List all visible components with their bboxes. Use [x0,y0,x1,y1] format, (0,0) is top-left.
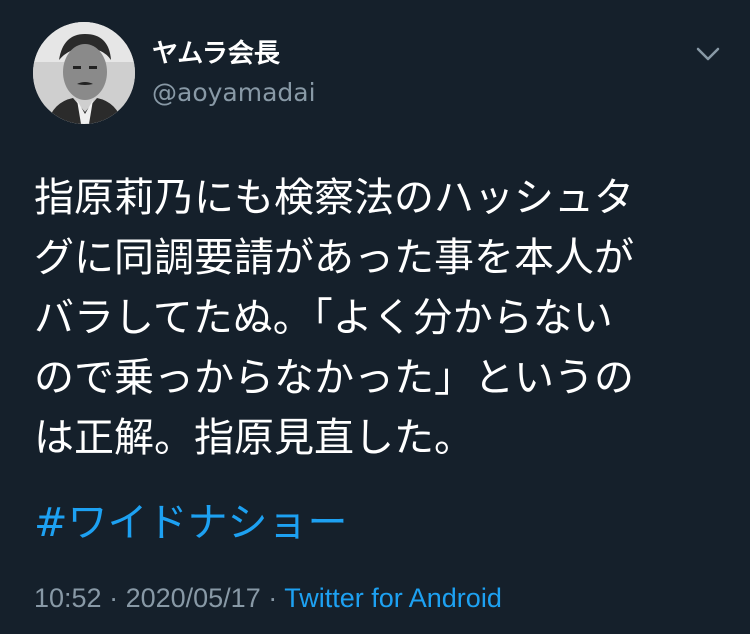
source-link[interactable]: Twitter for Android [284,583,502,613]
meta-separator: · [101,583,126,613]
chevron-down-icon[interactable] [690,40,726,70]
tweet-date: 2020/05/17 [125,583,261,613]
tweet-text: 指原莉乃にも検察法のハッシュタ グに同調要請があった事を本人が バラしてたぬ。「… [34,168,734,468]
tweet-text-line: グに同調要請があった事を本人が [34,235,634,281]
tweet-text-line: は正解。指原見直した。 [34,415,474,461]
hashtag-link[interactable]: #ワイドナショー [34,495,348,551]
tweet-time: 10:52 [34,583,102,613]
avatar-image [33,22,135,124]
tweet-text-line: 指原莉乃にも検察法のハッシュタ [34,175,634,221]
avatar[interactable] [33,22,135,124]
display-name[interactable]: ヤムラ会長 [152,38,280,70]
tweet-card: ヤムラ会長 @aoyamadai 指原莉乃にも検察法のハッシュタ グに同調要請が… [0,0,750,634]
tweet-text-line: ので乗っからなかった」というの [34,355,634,401]
tweet-text-line: バラしてたぬ。「よく分からない [34,295,613,341]
user-handle[interactable]: @aoyamadai [152,78,316,108]
tweet-meta: 10:52 · 2020/05/17 · Twitter for Android [34,580,502,616]
meta-separator: · [260,583,285,613]
